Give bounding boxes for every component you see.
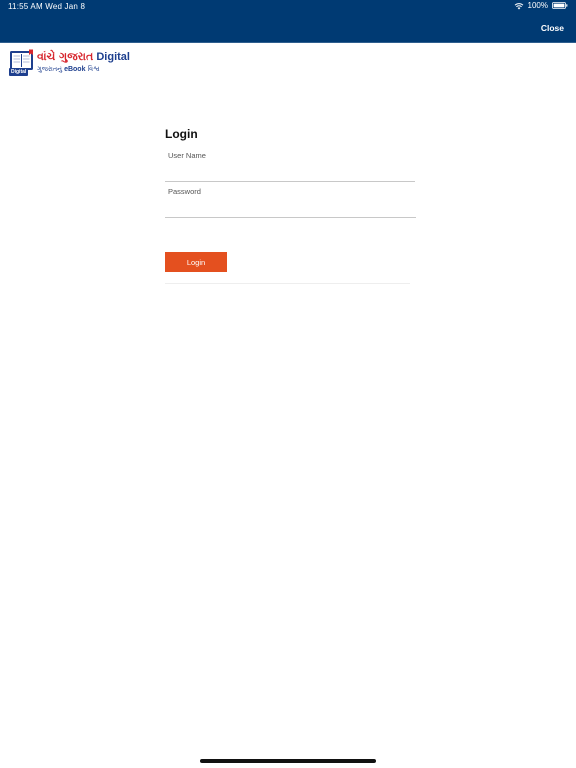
logo-title-digital: Digital xyxy=(96,51,130,63)
battery-icon xyxy=(552,2,568,9)
close-button[interactable]: Close xyxy=(541,23,564,33)
status-time: 11:55 AM Wed Jan 8 xyxy=(8,2,86,11)
username-input[interactable] xyxy=(165,165,415,182)
logo-text: વાંચે ગુજરાત Digital ગુજરાતનું eBook વિશ… xyxy=(37,49,130,73)
login-button[interactable]: Login xyxy=(165,252,227,272)
logo-tagline: ગુજરાતનું eBook વિશ્વ xyxy=(37,66,130,73)
logo-badge: Digital xyxy=(9,68,29,76)
wifi-icon xyxy=(514,2,523,9)
top-bar: 11:55 AM Wed Jan 8 100% Close xyxy=(0,0,576,43)
logo-title-gujarati: વાંચે ગુજરાત xyxy=(37,50,94,63)
logo-tagline-start: ગુજરાતનું xyxy=(37,65,62,73)
login-title: Login xyxy=(165,127,198,141)
password-input[interactable] xyxy=(165,201,416,218)
password-label: Password xyxy=(168,187,201,196)
book-logo-icon: Digital xyxy=(9,49,35,77)
home-indicator[interactable] xyxy=(200,759,376,763)
logo-title: વાંચે ગુજરાત Digital xyxy=(37,51,130,63)
status-indicators: 100% xyxy=(514,1,568,10)
battery-percent: 100% xyxy=(527,1,548,10)
form-divider xyxy=(165,283,410,284)
logo-tagline-end: વિશ્વ xyxy=(87,65,100,73)
username-label: User Name xyxy=(168,151,206,160)
logo-tagline-ebook: eBook xyxy=(64,66,86,73)
app-logo: Digital વાંચે ગુજરાત Digital ગુજરાતનું e… xyxy=(9,49,130,77)
